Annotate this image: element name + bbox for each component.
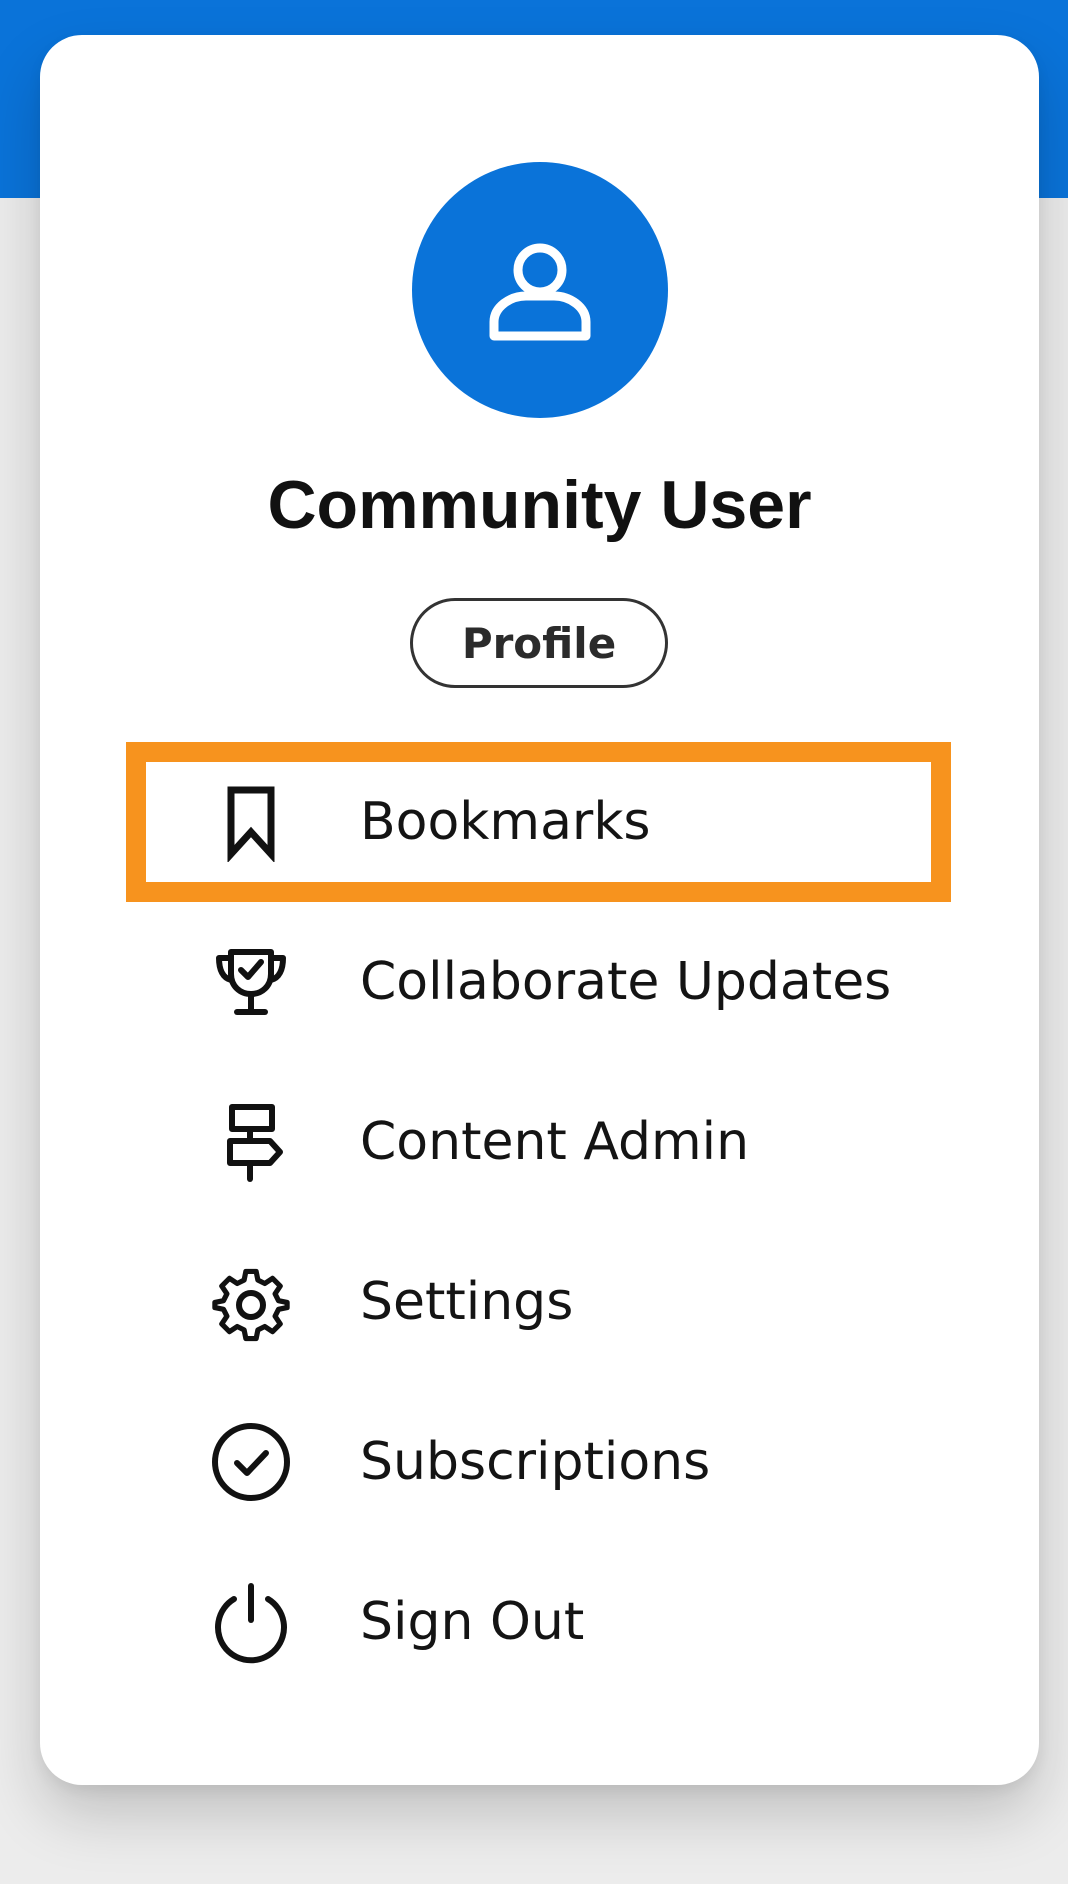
power-icon [206,1577,296,1667]
avatar[interactable] [412,162,668,418]
menu-item-sign-out[interactable]: Sign Out [126,1542,951,1702]
menu-item-label: Sign Out [360,1592,585,1652]
user-menu-card: Community User Profile Bookmarks Collabo… [40,35,1039,1785]
profile-button[interactable]: Profile [410,598,668,688]
menu-item-label: Bookmarks [360,792,651,852]
trophy-icon [206,937,296,1027]
check-circle-icon [206,1417,296,1507]
user-icon [489,243,591,341]
menu-item-label: Settings [360,1272,574,1332]
menu-item-label: Subscriptions [360,1432,711,1492]
signpost-icon [206,1097,296,1187]
bookmark-icon [206,777,296,867]
menu-item-bookmarks[interactable]: Bookmarks [126,742,951,902]
menu-item-collaborate-updates[interactable]: Collaborate Updates [126,902,951,1062]
menu-item-label: Collaborate Updates [360,952,892,1012]
menu-item-settings[interactable]: Settings [126,1222,951,1382]
menu-item-subscriptions[interactable]: Subscriptions [126,1382,951,1542]
gear-icon [206,1257,296,1347]
menu-item-label: Content Admin [360,1112,750,1172]
menu-item-content-admin[interactable]: Content Admin [126,1062,951,1222]
user-name: Community User [267,467,812,543]
